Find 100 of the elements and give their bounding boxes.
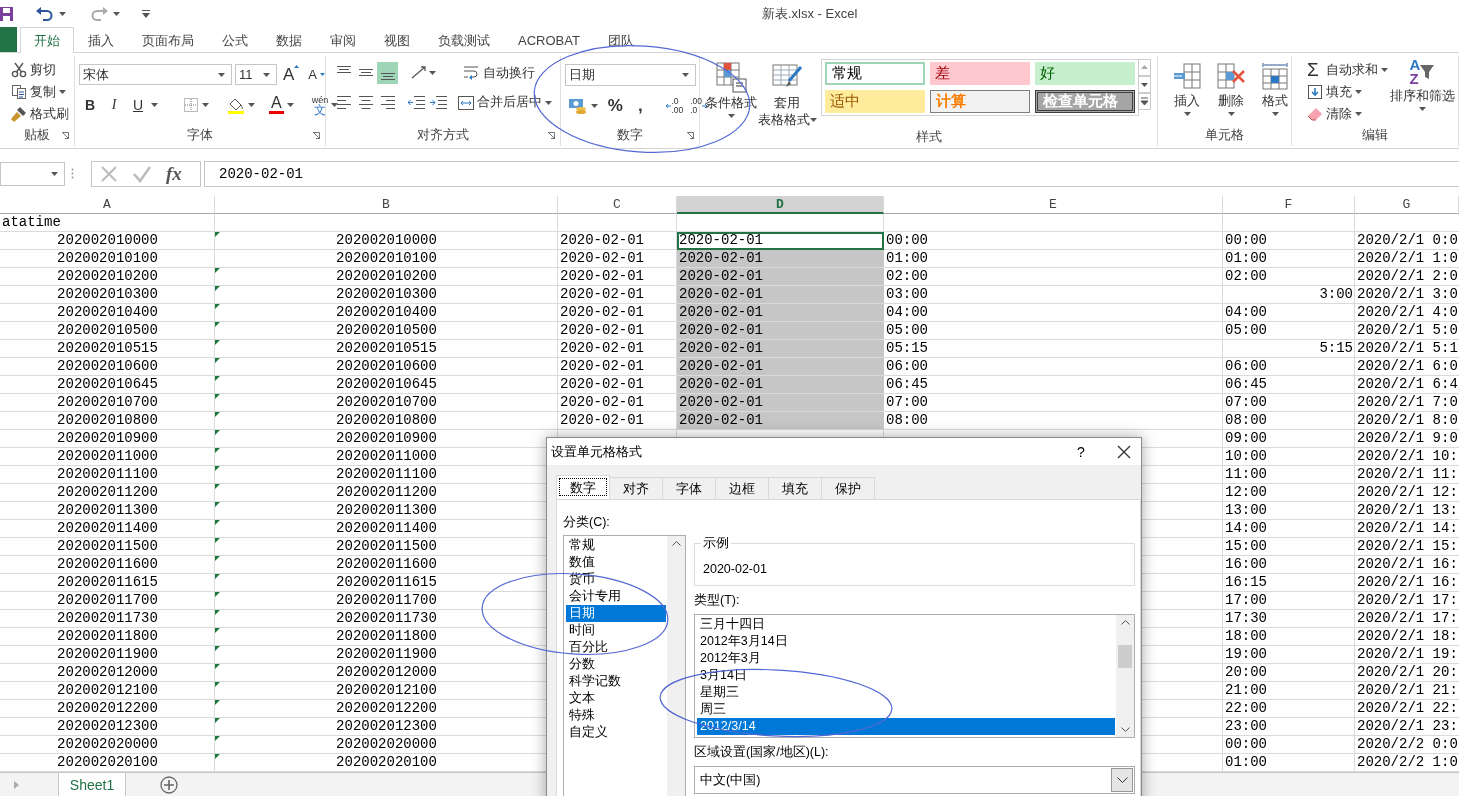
cell-style-option[interactable]: 差 (930, 62, 1031, 85)
ribbon-tab[interactable]: 数据 (262, 27, 316, 53)
caret-icon (1271, 112, 1279, 116)
category-item[interactable]: 分数 (566, 656, 666, 673)
caret-icon (1381, 68, 1388, 72)
type-item[interactable]: 三月十四日 (697, 616, 1115, 633)
check-icon[interactable] (132, 164, 152, 183)
delete-button[interactable]: 删除 (1212, 59, 1250, 116)
chevron-down-icon (1116, 777, 1128, 783)
table-cell-text: 18:00 (1224, 628, 1268, 647)
comma-style-button[interactable]: , (629, 95, 652, 117)
underline-button[interactable]: U (127, 94, 149, 116)
table-cell-text: 06:00 (1224, 358, 1268, 377)
format-as-table-button[interactable]: 套用 表格格式 (758, 59, 817, 129)
percent-button[interactable]: % (604, 95, 627, 117)
table-cell-text: 202002010200 (56, 268, 159, 287)
increase-decimal-button[interactable]: .0 .00 (663, 95, 686, 117)
table-cell-text: 05:00 (1224, 322, 1268, 341)
category-item[interactable]: 科学记数 (566, 673, 666, 690)
dialog-launcher-icon[interactable] (687, 132, 695, 140)
scrollbar-thumb[interactable] (1118, 644, 1132, 668)
dialog-tab[interactable]: 保护 (821, 477, 875, 499)
dialog-launcher-icon[interactable] (548, 132, 556, 140)
font-size-field[interactable]: 11 (235, 64, 277, 86)
category-item[interactable]: 文本 (566, 690, 666, 707)
locale-dropdown[interactable]: 中文(中国) (694, 766, 1135, 794)
category-item[interactable]: 自定义 (566, 724, 666, 741)
help-button[interactable]: ? (1071, 443, 1091, 460)
close-icon[interactable] (1117, 444, 1131, 459)
font-color-button[interactable]: A (266, 94, 297, 116)
grow-font-button[interactable]: A (280, 64, 303, 86)
sheet-tab[interactable]: Sheet1 (58, 773, 126, 796)
phonetic-button[interactable]: wén 文 (308, 94, 342, 116)
font-name-field[interactable]: 宋体 (79, 64, 232, 86)
type-item[interactable]: 2012年3月14日 (697, 633, 1115, 650)
ribbon-tab[interactable]: 团队 (593, 27, 648, 53)
ribbon-tab[interactable]: 页面布局 (128, 27, 208, 53)
ribbon-tab[interactable]: ACROBAT (504, 27, 594, 53)
table-cell-text: 17:30 (1224, 610, 1268, 629)
table-cell-text: 2020/2/1 19: (1356, 646, 1459, 665)
wrap-text-button[interactable]: 自动换行 (461, 62, 538, 84)
category-item[interactable]: 特殊 (566, 707, 666, 724)
group-label: 对齐方式 (417, 127, 470, 145)
type-item[interactable]: 周三 (697, 701, 1115, 718)
category-item[interactable]: 货币 (566, 571, 666, 588)
category-item[interactable]: 会计专用 (566, 588, 666, 605)
dialog-launcher-icon[interactable] (313, 132, 320, 140)
type-item[interactable]: 2012年3月 (697, 650, 1115, 667)
table-cell-text: 2020-02-01 (559, 286, 645, 305)
ribbon-tab[interactable]: 插入 (74, 27, 128, 53)
table-cell-text: 00:00 (1224, 736, 1268, 755)
formula-field[interactable]: 2020-02-01 (204, 160, 1459, 187)
cell-style-option[interactable]: 适中 (825, 90, 926, 113)
italic-button[interactable]: I (103, 94, 125, 116)
bottom-align-button[interactable] (377, 62, 398, 84)
merge-center-button[interactable]: 合并后居中 (455, 92, 555, 114)
add-sheet-icon[interactable] (160, 775, 178, 794)
table-cell-text: 21:00 (1224, 682, 1268, 701)
scroll-down-icon[interactable] (1120, 727, 1130, 732)
category-item[interactable]: 百分比 (566, 639, 666, 656)
insert-function-button[interactable]: fx (166, 162, 182, 185)
ribbon-tab[interactable]: 视图 (370, 27, 424, 53)
paint-bucket-icon (227, 96, 245, 114)
cell-style-option[interactable]: 好 (1035, 62, 1136, 85)
insert-button[interactable]: 插入 (1168, 59, 1206, 116)
table-cell-text: 2020/2/2 0:0 (1356, 736, 1459, 755)
table-cell: 202002010400 (336, 304, 437, 321)
more-icon[interactable] (1138, 93, 1152, 110)
cut-button[interactable]: 剪切 (8, 59, 72, 81)
format-button[interactable]: 格式 (1256, 59, 1294, 116)
group-label: 样式 (915, 129, 942, 146)
copy-button[interactable]: 复制 (8, 81, 72, 103)
cell-style-option[interactable]: 常规 (825, 62, 926, 85)
format-painter-button[interactable]: 格式刷 (8, 103, 72, 125)
number-format-field[interactable]: 日期 (565, 64, 697, 86)
table-cell-text: 202002011100 (56, 466, 159, 485)
table-cell-text: 2020-02-01 (559, 268, 645, 287)
bold-button[interactable]: B (79, 94, 101, 116)
ribbon-tab[interactable]: 公式 (208, 27, 262, 53)
type-item[interactable]: 2012/3/14 (697, 718, 1115, 735)
column-header[interactable]: D (677, 196, 884, 215)
type-item[interactable]: 星期三 (697, 684, 1115, 701)
customize-icon[interactable] (142, 9, 150, 18)
scroll-up-icon[interactable] (671, 541, 681, 546)
category-item[interactable]: 常规 (566, 537, 666, 554)
category-item[interactable]: 日期 (566, 605, 666, 622)
table-cell-text: 2020/2/2 1:0 (1356, 754, 1459, 773)
dialog-tab[interactable]: 数字 (556, 475, 610, 499)
ribbon-tab[interactable]: 开始 (20, 27, 74, 53)
table-cell-text: 202002011000 (56, 448, 159, 467)
ribbon-tab[interactable]: 负载测试 (424, 27, 504, 53)
dialog-launcher-icon[interactable] (62, 132, 69, 140)
scroll-up-icon[interactable] (1120, 620, 1130, 625)
category-item[interactable]: 数值 (566, 554, 666, 571)
shrink-font-button[interactable]: A (305, 64, 328, 86)
undo-icon[interactable] (36, 6, 54, 21)
category-item[interactable]: 时间 (566, 622, 666, 639)
diagonal-arrow-icon (411, 66, 426, 80)
ribbon-tab[interactable]: 审阅 (316, 27, 370, 53)
save-icon[interactable] (0, 5, 14, 22)
